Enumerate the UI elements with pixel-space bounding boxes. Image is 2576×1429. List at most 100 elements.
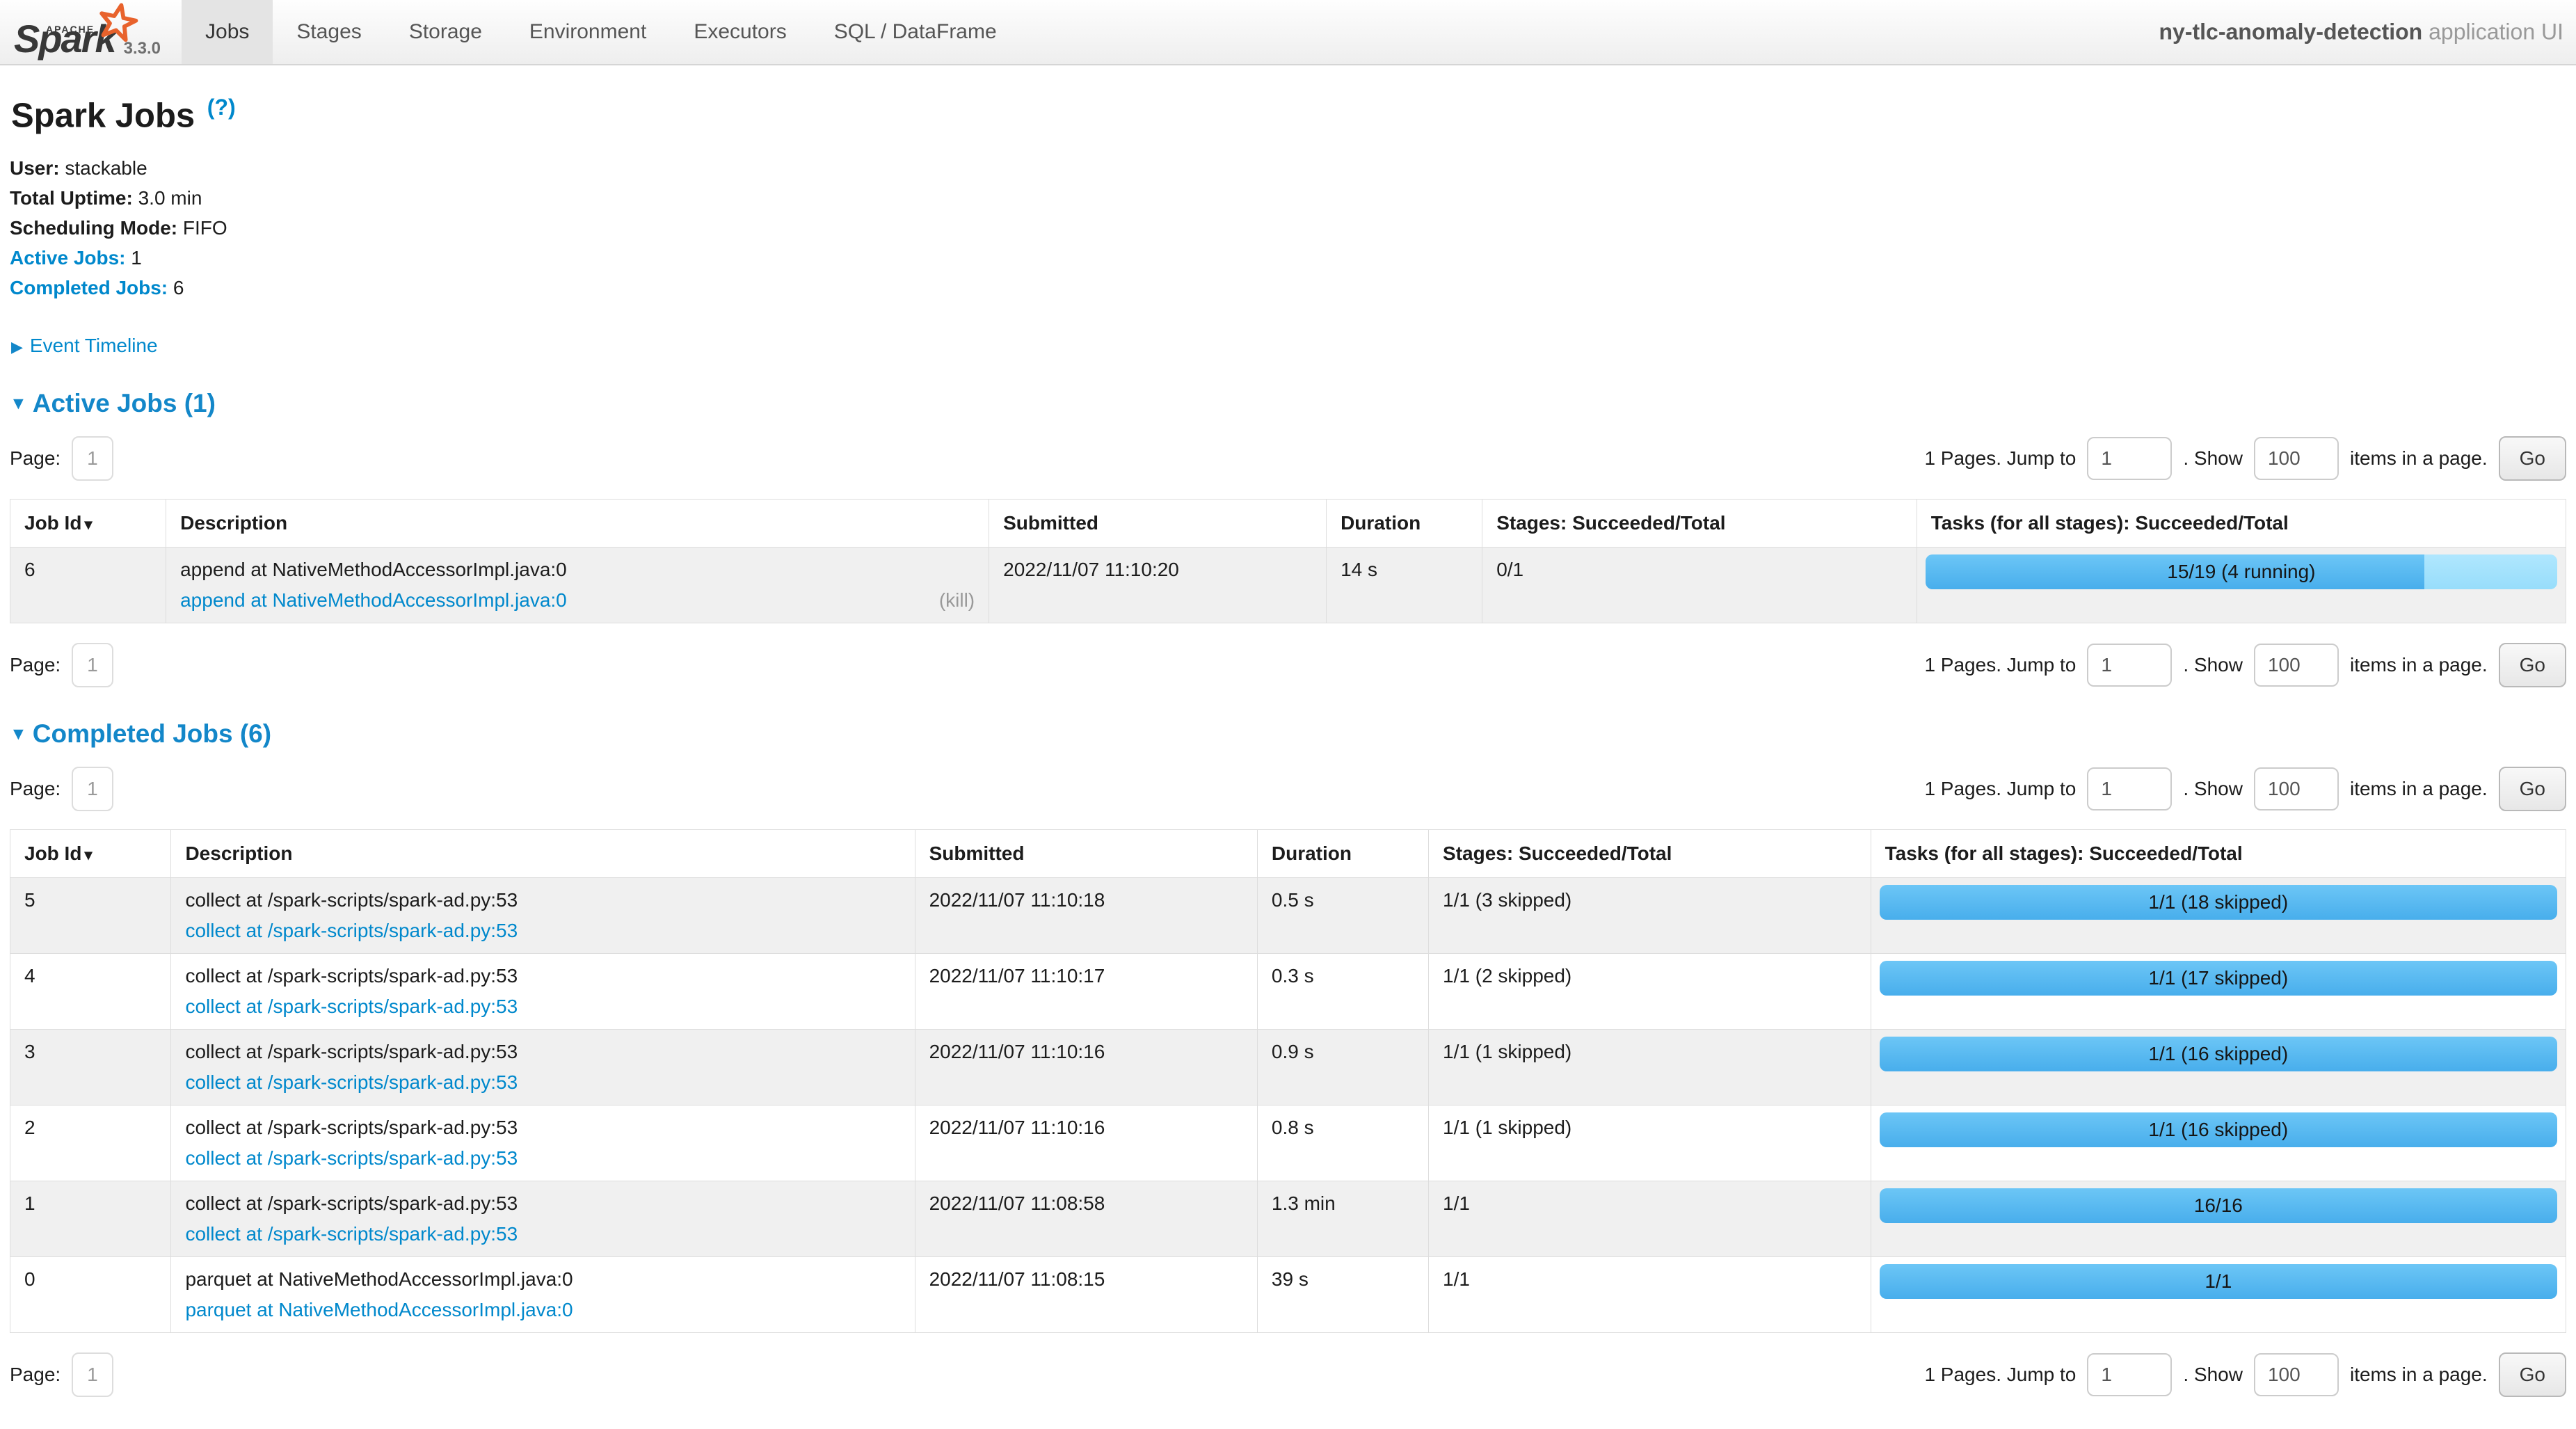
page-number-button[interactable]: 1 [72,436,113,481]
items-text: items in a page. [2350,447,2488,470]
items-per-page-input[interactable] [2254,437,2339,480]
kill-link[interactable]: (kill) [939,589,975,612]
active-jobs-table: Job Id▾ Description Submitted Duration S… [10,499,2566,623]
page-number-button[interactable]: 1 [72,1352,113,1397]
duration-cell: 1.3 min [1257,1181,1428,1257]
summary-active-value: 1 [131,247,142,269]
table-row: 4 collect at /spark-scripts/spark-ad.py:… [10,954,2566,1030]
summary-completed-value: 6 [173,277,184,298]
tasks-progress-bar: 15/19 (4 running) [1926,554,2557,589]
jump-to-page-input[interactable] [2087,1353,2172,1396]
column-job-id[interactable]: Job Id▾ [10,830,171,878]
job-description: collect at /spark-scripts/spark-ad.py:53 [185,889,900,911]
column-submitted[interactable]: Submitted [915,830,1257,878]
tasks-progress-bar: 1/1 (16 skipped) [1880,1112,2557,1147]
tab-sql-dataframe[interactable]: SQL / DataFrame [810,0,1021,64]
collapse-arrow-icon: ▼ [10,724,27,744]
stages-cell: 1/1 (1 skipped) [1429,1030,1871,1105]
active-jobs-header[interactable]: ▼Active Jobs (1) [10,389,2566,418]
tasks-cell: 1/1 [1871,1257,2566,1333]
column-stages[interactable]: Stages: Succeeded/Total [1429,830,1871,878]
event-timeline-toggle[interactable]: ▶Event Timeline [11,335,2566,357]
page-content: Spark Jobs (?) User: stackable Total Upt… [0,95,2576,1429]
pagination-bar: Page: 1 1 Pages. Jump to . Show items in… [10,643,2566,687]
table-row: 3 collect at /spark-scripts/spark-ad.py:… [10,1030,2566,1105]
top-navbar: APACHE Spark 3.3.0 Jobs Stages Storage E… [0,0,2576,65]
job-description-link[interactable]: collect at /spark-scripts/spark-ad.py:53 [185,920,518,942]
tasks-progress-bar: 1/1 [1880,1264,2557,1299]
spark-logo-star-icon [92,0,143,49]
spark-logo[interactable]: APACHE Spark 3.3.0 [0,0,182,64]
description-cell: collect at /spark-scripts/spark-ad.py:53… [171,1181,915,1257]
job-description: collect at /spark-scripts/spark-ad.py:53 [185,1117,900,1139]
tasks-cell: 1/1 (18 skipped) [1871,878,2566,954]
submitted-cell: 2022/11/07 11:08:15 [915,1257,1257,1333]
jump-to-page-input[interactable] [2087,437,2172,480]
tasks-progress-label: 1/1 [1880,1264,2557,1299]
go-button[interactable]: Go [2499,436,2566,481]
duration-cell: 0.5 s [1257,878,1428,954]
column-stages[interactable]: Stages: Succeeded/Total [1482,500,1917,548]
tab-stages[interactable]: Stages [273,0,385,64]
items-per-page-input[interactable] [2254,644,2339,687]
show-text: . Show [2183,778,2243,800]
column-submitted[interactable]: Submitted [989,500,1327,548]
table-row: 5 collect at /spark-scripts/spark-ad.py:… [10,878,2566,954]
page-number-button[interactable]: 1 [72,643,113,687]
job-description-link[interactable]: collect at /spark-scripts/spark-ad.py:53 [185,1071,518,1094]
jump-to-page-input[interactable] [2087,644,2172,687]
items-text: items in a page. [2350,778,2488,800]
column-tasks[interactable]: Tasks (for all stages): Succeeded/Total [1871,830,2566,878]
pages-jump-text: 1 Pages. Jump to [1924,1364,2076,1386]
column-tasks[interactable]: Tasks (for all stages): Succeeded/Total [1917,500,2566,548]
tab-storage[interactable]: Storage [385,0,506,64]
job-description: collect at /spark-scripts/spark-ad.py:53 [185,1192,900,1215]
job-description: parquet at NativeMethodAccessorImpl.java… [185,1268,900,1291]
job-description-link[interactable]: parquet at NativeMethodAccessorImpl.java… [185,1299,573,1321]
summary-user-label: User: [10,157,60,179]
tab-environment[interactable]: Environment [506,0,670,64]
go-button[interactable]: Go [2499,1352,2566,1397]
jump-to-page-input[interactable] [2087,767,2172,811]
duration-cell: 0.9 s [1257,1030,1428,1105]
items-text: items in a page. [2350,654,2488,676]
column-description[interactable]: Description [171,830,915,878]
job-description: collect at /spark-scripts/spark-ad.py:53 [185,965,900,987]
collapse-arrow-icon: ▼ [10,394,27,413]
submitted-cell: 2022/11/07 11:10:16 [915,1105,1257,1181]
pages-jump-text: 1 Pages. Jump to [1924,654,2076,676]
summary-user: User: stackable [10,153,2566,183]
help-link[interactable]: (?) [207,95,236,120]
submitted-cell: 2022/11/07 11:08:58 [915,1181,1257,1257]
job-description-link[interactable]: collect at /spark-scripts/spark-ad.py:53 [185,1147,518,1169]
page-label: Page: [10,778,61,800]
tab-executors[interactable]: Executors [670,0,810,64]
items-per-page-input[interactable] [2254,767,2339,811]
column-job-id[interactable]: Job Id▾ [10,500,166,548]
application-name: ny-tlc-anomaly-detection [2159,19,2423,45]
job-description-link[interactable]: collect at /spark-scripts/spark-ad.py:53 [185,1223,518,1245]
items-text: items in a page. [2350,1364,2488,1386]
page-label: Page: [10,654,61,676]
tab-jobs[interactable]: Jobs [182,0,273,64]
page-number-button[interactable]: 1 [72,767,113,811]
job-description-link[interactable]: collect at /spark-scripts/spark-ad.py:53 [185,996,518,1018]
go-button[interactable]: Go [2499,643,2566,687]
completed-jobs-table: Job Id▾ Description Submitted Duration S… [10,829,2566,1333]
column-description[interactable]: Description [166,500,989,548]
completed-jobs-link[interactable]: Completed Jobs: [10,277,168,298]
table-row: 1 collect at /spark-scripts/spark-ad.py:… [10,1181,2566,1257]
show-text: . Show [2183,447,2243,470]
active-jobs-link[interactable]: Active Jobs: [10,247,126,269]
tasks-progress-bar: 1/1 (16 skipped) [1880,1037,2557,1071]
tasks-progress-label: 15/19 (4 running) [1926,554,2557,589]
go-button[interactable]: Go [2499,767,2566,811]
completed-jobs-header[interactable]: ▼Completed Jobs (6) [10,719,2566,749]
items-per-page-input[interactable] [2254,1353,2339,1396]
column-duration[interactable]: Duration [1327,500,1482,548]
submitted-cell: 2022/11/07 11:10:16 [915,1030,1257,1105]
job-description-link[interactable]: append at NativeMethodAccessorImpl.java:… [180,589,567,612]
summary-active-jobs: Active Jobs: 1 [10,243,2566,273]
description-cell: collect at /spark-scripts/spark-ad.py:53… [171,1105,915,1181]
column-duration[interactable]: Duration [1257,830,1428,878]
